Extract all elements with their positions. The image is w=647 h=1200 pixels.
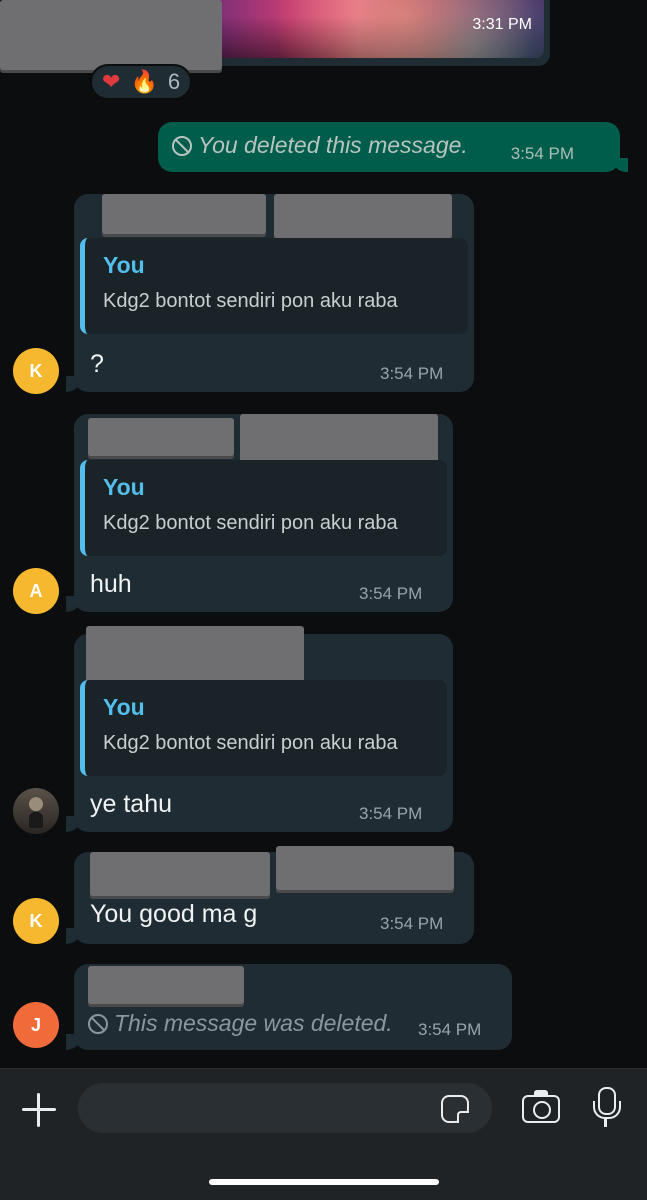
- avatar-photo[interactable]: [13, 788, 59, 834]
- fire-reaction-icon: 🔥: [130, 69, 158, 94]
- deleted-text: You deleted this message.: [198, 132, 468, 158]
- chat-thread[interactable]: 3:31 PM ❤ 🔥 6 You deleted this message. …: [0, 0, 647, 1068]
- message-time: 3:31 PM: [472, 16, 532, 33]
- prohibited-icon: [88, 1013, 108, 1034]
- incoming-message[interactable]: You good ma g 3:54 PM: [66, 846, 474, 944]
- mic-icon-stem: [604, 1117, 607, 1127]
- quote-text: Kdg2 bontot sendiri pon aku raba: [103, 290, 398, 312]
- reaction-count: 6: [167, 69, 181, 94]
- redacted-sender-name: [88, 966, 244, 1004]
- message-time: 3:54 PM: [418, 1020, 482, 1039]
- message-time: 3:54 PM: [510, 144, 574, 163]
- redacted-sender-name: [102, 194, 266, 234]
- deleted-text: This message was deleted.: [114, 1010, 393, 1036]
- incoming-message[interactable]: You Kdg2 bontot sendiri pon aku raba ? 3…: [66, 194, 474, 392]
- redacted-sender-name: [88, 418, 234, 456]
- redacted-sender-name: [90, 852, 270, 896]
- message-time: 3:54 PM: [380, 914, 444, 933]
- avatar[interactable]: K: [13, 898, 59, 944]
- message-text: ?: [90, 350, 104, 378]
- camera-icon[interactable]: [522, 1090, 560, 1123]
- quote-text: Kdg2 bontot sendiri pon aku raba: [103, 512, 398, 534]
- redacted-sender-name: [86, 626, 304, 682]
- outgoing-deleted-message[interactable]: You deleted this message. 3:54 PM: [158, 122, 628, 172]
- plus-icon[interactable]: [20, 1091, 58, 1129]
- incoming-message[interactable]: You Kdg2 bontot sendiri pon aku raba huh…: [66, 414, 453, 612]
- prohibited-icon: [172, 135, 192, 156]
- reply-quote[interactable]: You Kdg2 bontot sendiri pon aku raba: [80, 680, 447, 776]
- message-text: You good ma g: [90, 900, 258, 928]
- message-text: huh: [90, 570, 132, 598]
- redacted-sender-name: [0, 0, 222, 70]
- reply-quote[interactable]: You Kdg2 bontot sendiri pon aku raba: [80, 238, 468, 334]
- sticker-icon[interactable]: [441, 1095, 469, 1123]
- avatar[interactable]: J: [13, 1002, 59, 1048]
- quote-author: You: [103, 474, 145, 500]
- redacted-sender-phone: [274, 194, 452, 238]
- home-indicator[interactable]: [209, 1179, 439, 1185]
- avatar[interactable]: K: [13, 348, 59, 394]
- message-time: 3:54 PM: [359, 804, 423, 823]
- message-text: ye tahu: [90, 790, 173, 818]
- redacted-sender-phone: [240, 414, 438, 464]
- message-time: 3:54 PM: [380, 364, 444, 383]
- message-time: 3:54 PM: [359, 584, 423, 603]
- quote-author: You: [103, 694, 145, 720]
- incoming-deleted-message[interactable]: This message was deleted. 3:54 PM: [66, 964, 512, 1050]
- message-input[interactable]: [78, 1083, 492, 1133]
- avatar[interactable]: A: [13, 568, 59, 614]
- redacted-sender-phone: [276, 846, 454, 890]
- incoming-message[interactable]: You Kdg2 bontot sendiri pon aku raba ye …: [66, 626, 453, 832]
- reply-quote[interactable]: You Kdg2 bontot sendiri pon aku raba: [80, 460, 447, 556]
- message-input-bar: [0, 1068, 647, 1200]
- deleted-notice: This message was deleted.: [88, 1010, 393, 1037]
- quote-text: Kdg2 bontot sendiri pon aku raba: [103, 732, 398, 754]
- quote-author: You: [103, 252, 145, 278]
- deleted-notice: You deleted this message.: [172, 132, 468, 159]
- reaction-pill[interactable]: ❤ 🔥 6: [90, 64, 193, 100]
- heart-reaction-icon: ❤: [102, 69, 121, 94]
